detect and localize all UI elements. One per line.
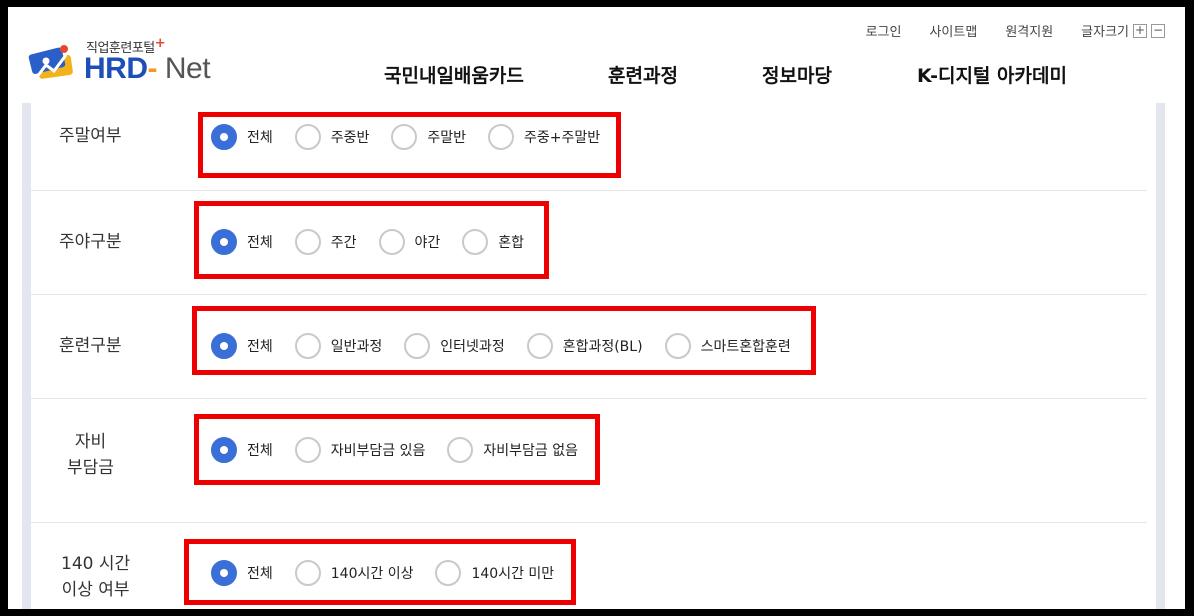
highlight-box	[194, 414, 600, 485]
filter-row-140-hours: 140 시간 이상 여부 전체 140시간 이상 140시간 미만	[31, 523, 1147, 609]
highlight-box	[192, 306, 816, 375]
filter-row-self-pay: 자비 부담금 전체 자비부담금 있음 자비부담금 없음	[31, 399, 1147, 523]
highlight-box	[198, 112, 621, 178]
filter-row-training-type: 훈련구분 전체 일반과정 인터넷과정 혼합과정(BL) 스마트혼합훈련	[31, 295, 1147, 399]
search-filter-panel: 주말여부 전체 주중반 주말반 주중+주말반 주야구분 전체 주간 야간 혼합 …	[22, 103, 1165, 609]
font-size-label: 글자크기	[1081, 25, 1129, 40]
filter-row-day-night: 주야구분 전체 주간 야간 혼합	[31, 191, 1147, 295]
hrd-net-logo[interactable]: 직업훈련포털+ HRD- Net	[24, 35, 224, 91]
filter-label-weekend: 주말여부	[59, 126, 122, 146]
filter-label-self-pay: 자비 부담금	[67, 432, 114, 478]
utility-menu: 로그인 사이트맵 원격지원 글자크기 + −	[866, 21, 1165, 40]
nav-item-courses[interactable]: 훈련과정	[608, 61, 762, 88]
logo-brand-text: HRD- Net	[84, 52, 211, 85]
nav-item-info[interactable]: 정보마당	[762, 61, 917, 88]
nav-item-national-card[interactable]: 국민내일배움카드	[384, 61, 608, 88]
sitemap-link[interactable]: 사이트맵	[929, 21, 977, 40]
highlight-box	[194, 201, 549, 279]
font-size-control: 글자크기 + −	[1081, 21, 1165, 40]
filter-label-training-type: 훈련구분	[59, 336, 122, 356]
browser-viewport: 직업훈련포털+ HRD- Net 로그인 사이트맵 원격지원 글자크기 + − …	[8, 7, 1185, 609]
font-decrease-button[interactable]: −	[1151, 23, 1165, 38]
highlight-box	[184, 539, 576, 605]
logo-mark-icon	[28, 45, 73, 82]
filter-label-140-hours: 140 시간 이상 여부	[61, 554, 131, 600]
site-header: 직업훈련포털+ HRD- Net 로그인 사이트맵 원격지원 글자크기 + − …	[8, 7, 1185, 103]
font-increase-button[interactable]: +	[1133, 23, 1147, 38]
login-link[interactable]: 로그인	[866, 21, 902, 40]
nav-item-k-digital[interactable]: K-디지털 아카데미	[917, 61, 1067, 88]
filter-label-day-night: 주야구분	[59, 232, 122, 252]
main-nav: 국민내일배움카드 훈련과정 정보마당 K-디지털 아카데미	[384, 61, 1067, 88]
remote-support-link[interactable]: 원격지원	[1005, 21, 1053, 40]
filter-row-weekend: 주말여부 전체 주중반 주말반 주중+주말반	[31, 103, 1147, 191]
